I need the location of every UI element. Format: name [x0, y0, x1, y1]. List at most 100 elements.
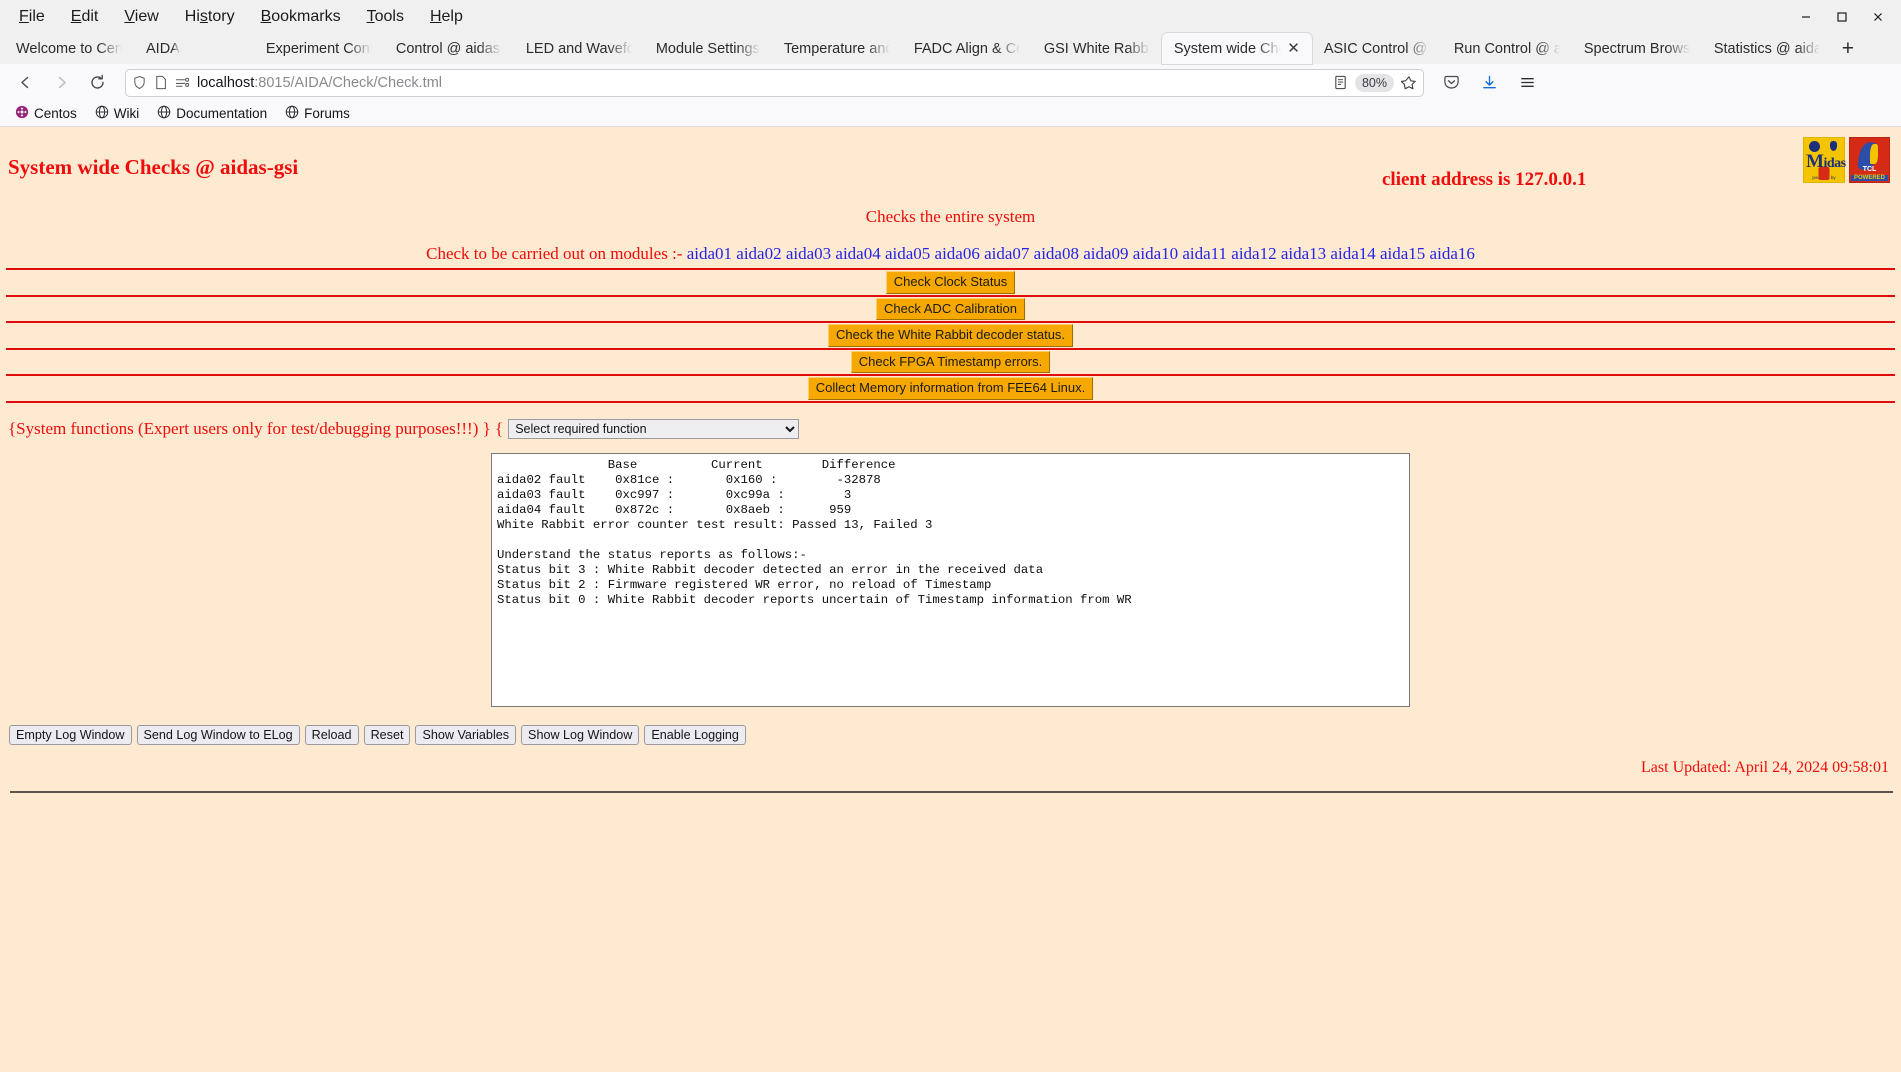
navigation-toolbar: localhost:8015/AIDA/Check/Check.tml 80%	[0, 64, 1901, 101]
menu-edit[interactable]: Edit	[58, 5, 112, 29]
empty-log-window-button[interactable]: Empty Log Window	[9, 725, 132, 745]
tab-welcome-to-cent[interactable]: Welcome to Cent	[4, 33, 134, 64]
menu-bookmarks[interactable]: Bookmarks	[248, 5, 354, 29]
tab-close-icon[interactable]: ✕	[1287, 41, 1300, 56]
tab-temperature[interactable]: Temperature and	[772, 33, 902, 64]
tcl-powered-logo-icon: TCLPOWERED	[1849, 137, 1890, 183]
zoom-level-badge[interactable]: 80%	[1355, 74, 1394, 92]
check-clock-status-row: Check Clock Status	[0, 270, 1901, 295]
check-fpga-timestamp-errors-button[interactable]: Check FPGA Timestamp errors.	[851, 351, 1051, 374]
back-arrow-icon[interactable]	[8, 68, 42, 98]
bookmark-forums[interactable]: Forums	[278, 103, 357, 124]
close-icon[interactable]	[1861, 3, 1895, 31]
tab-label: LED and Wavefor	[526, 41, 632, 57]
tab-label: System wide Che	[1174, 41, 1281, 57]
show-log-window-button[interactable]: Show Log Window	[521, 725, 639, 745]
menu-tools[interactable]: Tools	[354, 5, 417, 29]
address-bar[interactable]: localhost:8015/AIDA/Check/Check.tml 80%	[125, 69, 1424, 97]
show-variables-button[interactable]: Show Variables	[415, 725, 516, 745]
forward-arrow-icon[interactable]	[44, 68, 78, 98]
system-function-select[interactable]: Select required function	[508, 419, 799, 439]
bookmark-centos[interactable]: Centos	[8, 103, 84, 124]
last-updated: Last Updated: April 24, 2024 09:58:01	[0, 745, 1901, 777]
window-controls	[1789, 0, 1895, 33]
bookmark-documentation[interactable]: Documentation	[150, 103, 274, 124]
check-white-rabbit-decoder-status-button[interactable]: Check the White Rabbit decoder status.	[828, 324, 1073, 347]
browser-chrome: File Edit View History Bookmarks Tools H…	[0, 0, 1901, 127]
centos-logo-icon	[15, 105, 29, 122]
tab-gsi-white-rabbit[interactable]: GSI White Rabbit	[1032, 33, 1162, 64]
tab-statistics[interactable]: Statistics @ aidas	[1702, 33, 1832, 64]
tab-label: Welcome to Cent	[16, 41, 122, 57]
modules-line: Check to be carried out on modules :- ai…	[0, 229, 1901, 268]
permissions-icon[interactable]	[175, 76, 190, 89]
check-clock-status-button[interactable]: Check Clock Status	[886, 271, 1015, 294]
tab-label: GSI White Rabbit	[1044, 41, 1150, 57]
reload-button[interactable]: Reload	[305, 725, 359, 745]
system-functions-label: {System functions (Expert users only for…	[8, 419, 503, 439]
tab-system-wide-checks[interactable]: System wide Che ✕	[1162, 33, 1312, 64]
tab-label: Control @ aidas-	[396, 41, 502, 57]
tab-bar: Welcome to Cent AIDA Experiment Contr Co…	[0, 33, 1901, 64]
bookmark-label: Wiki	[114, 106, 140, 121]
menu-view[interactable]: View	[111, 5, 171, 29]
hamburger-menu-icon[interactable]	[1510, 68, 1544, 98]
logo-group: Midas powered by TCLPOWERED	[1803, 137, 1890, 183]
page-title: System wide Checks @ aidas-gsi	[8, 155, 298, 180]
enable-logging-button[interactable]: Enable Logging	[644, 725, 746, 745]
collect-memory-information-button[interactable]: Collect Memory information from FEE64 Li…	[808, 377, 1093, 400]
globe-icon	[157, 105, 171, 122]
reader-view-icon[interactable]	[1333, 75, 1348, 90]
tab-led-and-waveform[interactable]: LED and Wavefor	[514, 33, 644, 64]
url-text[interactable]: localhost:8015/AIDA/Check/Check.tml	[197, 75, 1326, 91]
new-tab-button[interactable]: +	[1832, 33, 1864, 64]
tab-asic-control[interactable]: ASIC Control @ a	[1312, 33, 1442, 64]
url-path: :8015/AIDA/Check/Check.tml	[254, 75, 442, 91]
page-header: System wide Checks @ aidas-gsi client ad…	[0, 127, 1901, 199]
tab-label: ASIC Control @ a	[1324, 41, 1430, 57]
page-icon	[154, 75, 168, 90]
modules-list: aida01 aida02 aida03 aida04 aida05 aida0…	[687, 244, 1475, 263]
tab-control-aidas[interactable]: Control @ aidas-	[384, 33, 514, 64]
bookmarks-bar: Centos Wiki Documentation Forums	[0, 101, 1901, 127]
tab-spectrum-browser[interactable]: Spectrum Browse	[1572, 33, 1702, 64]
check-fpga-timestamp-row: Check FPGA Timestamp errors.	[0, 350, 1901, 375]
menu-history[interactable]: History	[172, 5, 248, 29]
tab-experiment-control[interactable]: Experiment Contr	[254, 33, 384, 64]
menu-file[interactable]: File	[6, 5, 58, 29]
tab-label: Spectrum Browse	[1584, 41, 1690, 57]
reset-button[interactable]: Reset	[364, 725, 411, 745]
reload-icon[interactable]	[80, 68, 114, 98]
tab-fadc-align[interactable]: FADC Align & Co	[902, 33, 1032, 64]
bookmark-wiki[interactable]: Wiki	[88, 103, 147, 124]
tab-label: Module Settings	[656, 41, 760, 57]
tab-run-control[interactable]: Run Control @ ai	[1442, 33, 1572, 64]
download-icon[interactable]	[1472, 68, 1506, 98]
collect-memory-info-row: Collect Memory information from FEE64 Li…	[0, 376, 1901, 401]
url-host: localhost	[197, 75, 254, 91]
globe-icon	[95, 105, 109, 122]
modules-prefix: Check to be carried out on modules :-	[426, 244, 687, 263]
minimize-icon[interactable]	[1789, 3, 1823, 31]
menu-help[interactable]: Help	[417, 5, 476, 29]
maximize-icon[interactable]	[1825, 3, 1859, 31]
log-window[interactable]: Base Current Difference aida02 fault 0x8…	[491, 453, 1410, 707]
shield-icon[interactable]	[132, 75, 147, 90]
check-adc-calibration-button[interactable]: Check ADC Calibration	[876, 298, 1025, 321]
check-adc-calibration-row: Check ADC Calibration	[0, 297, 1901, 322]
pocket-icon[interactable]	[1434, 68, 1468, 98]
tab-label: Experiment Contr	[266, 41, 372, 57]
bookmark-label: Documentation	[176, 106, 267, 121]
send-log-window-to-elog-button[interactable]: Send Log Window to ELog	[137, 725, 300, 745]
midas-logo-icon: Midas powered by	[1803, 137, 1845, 183]
tab-aida[interactable]: AIDA	[134, 33, 192, 64]
bookmark-label: Forums	[304, 106, 350, 121]
bottom-button-row: Empty Log Window Send Log Window to ELog…	[0, 707, 1901, 745]
bookmark-star-icon[interactable]	[1401, 75, 1417, 91]
log-window-wrapper: Base Current Difference aida02 fault 0x8…	[0, 439, 1901, 707]
toolbar-end-icons	[1434, 68, 1544, 98]
tab-module-settings[interactable]: Module Settings	[644, 33, 772, 64]
tab-label: Run Control @ ai	[1454, 41, 1560, 57]
tab-label: AIDA	[146, 41, 180, 57]
tab-label: Statistics @ aidas	[1714, 41, 1820, 57]
